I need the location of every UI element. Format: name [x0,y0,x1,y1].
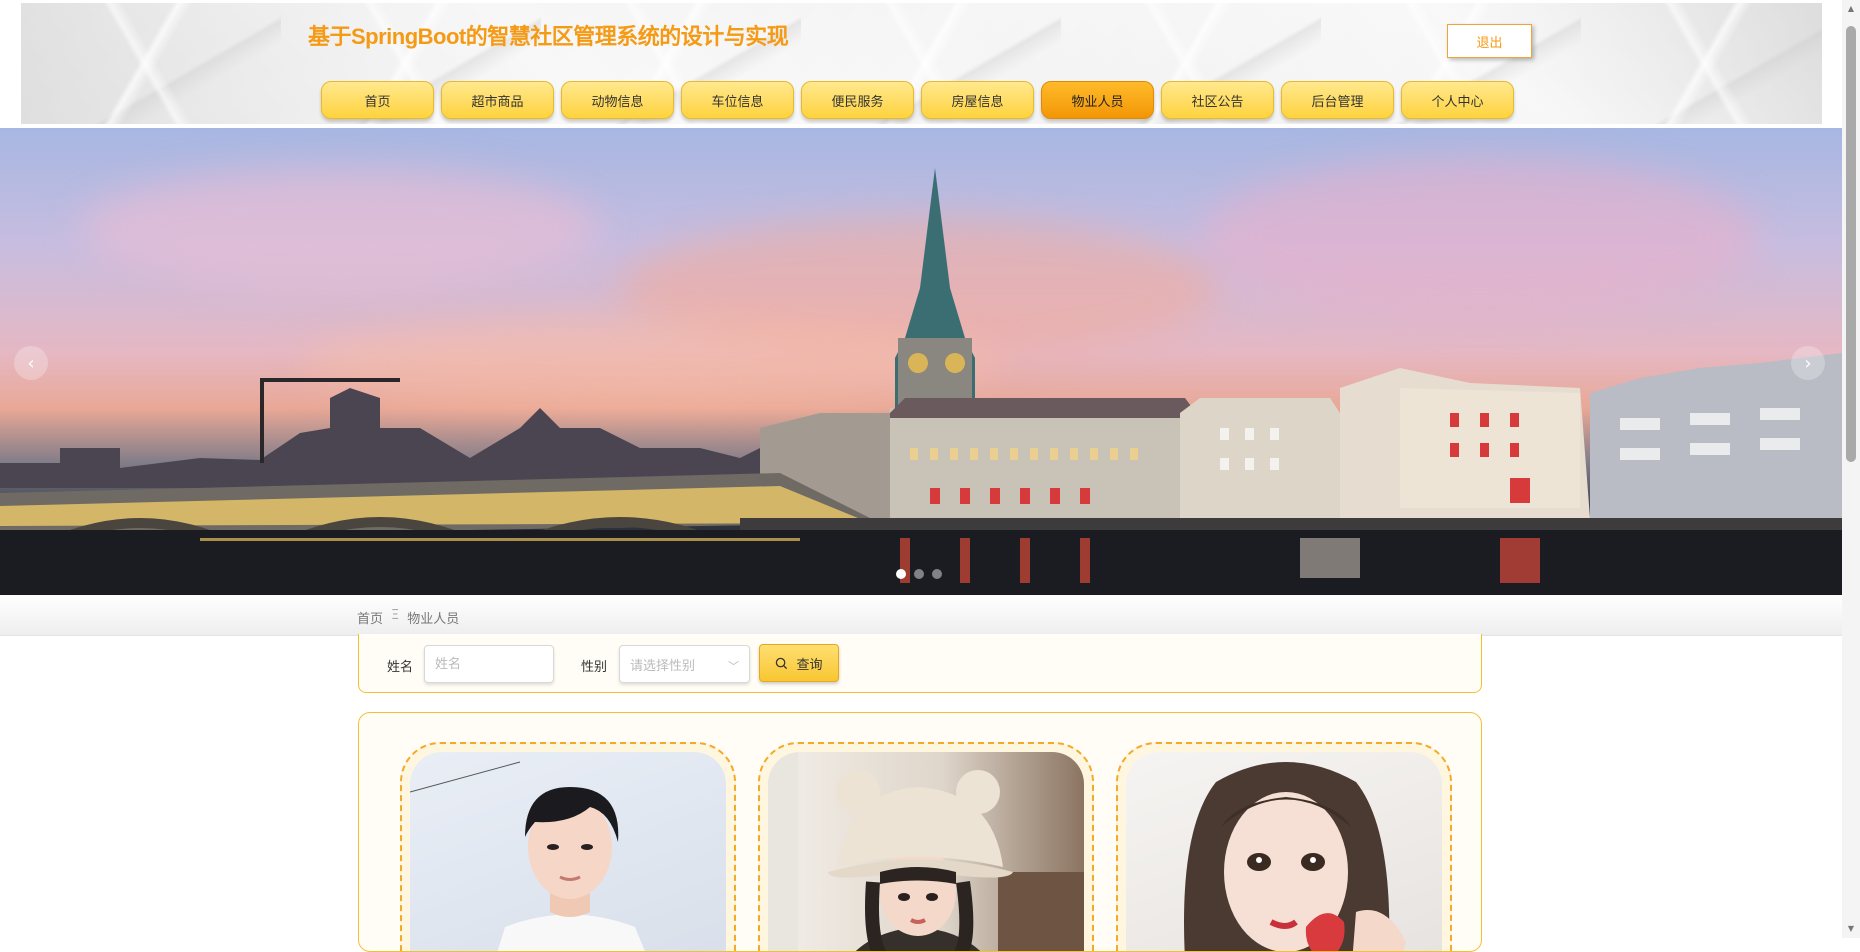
scroll-up-icon[interactable]: ▲ [1846,4,1856,14]
carousel-dot[interactable] [896,569,906,579]
nav-item-convenience-service[interactable]: 便民服务 [801,81,914,119]
site-header: 基于SpringBoot的智慧社区管理系统的设计与实现 退出 首页 超市商品 动… [21,3,1822,124]
nav-item-announcements[interactable]: 社区公告 [1161,81,1274,119]
scroll-down-icon[interactable]: ▼ [1846,924,1856,934]
carousel-dot[interactable] [932,569,942,579]
page-scrollbar[interactable]: ▲ ▼ [1842,0,1860,938]
nav-item-parking-info[interactable]: 车位信息 [681,81,794,119]
breadcrumb-separator: Ξ [391,608,400,623]
nav-item-house-info[interactable]: 房屋信息 [921,81,1034,119]
staff-card[interactable] [758,742,1094,951]
chevron-left-icon: ‹ [27,352,35,374]
nav-item-profile[interactable]: 个人中心 [1401,81,1514,119]
breadcrumb: 首页 Ξ 物业人员 [357,608,459,627]
staff-photo [768,752,1084,951]
nav-item-property-staff[interactable]: 物业人员 [1041,81,1154,119]
nav-item-admin[interactable]: 后台管理 [1281,81,1394,119]
staff-photo [1126,752,1442,951]
breadcrumb-home[interactable]: 首页 [357,608,383,627]
query-button-label: 查询 [796,657,823,673]
nav-item-market-goods[interactable]: 超市商品 [441,81,554,119]
gender-select-placeholder: 请选择性别 [630,658,696,674]
logout-button[interactable]: 退出 [1447,24,1532,58]
nav-item-animal-info[interactable]: 动物信息 [561,81,674,119]
breadcrumb-current: 物业人员 [407,612,460,627]
chevron-right-icon: › [1804,352,1812,374]
chevron-down-icon: ﹀ [728,660,739,673]
search-form: 姓名 性别 请选择性别 ﹀ 查询 [358,634,1482,693]
search-icon [776,657,788,669]
carousel-prev-button[interactable]: ‹ [14,346,48,380]
gender-label: 性别 [581,660,608,675]
person-image [1184,762,1406,951]
staff-card[interactable] [1116,742,1452,951]
staff-list [358,712,1482,952]
person-image [768,752,1084,951]
carousel-next-button[interactable]: › [1791,346,1825,380]
nav-item-home[interactable]: 首页 [321,81,434,119]
query-button[interactable]: 查询 [759,644,839,682]
main-nav: 首页 超市商品 动物信息 车位信息 便民服务 房屋信息 物业人员 社区公告 后台… [321,81,1514,119]
scrollbar-thumb[interactable] [1846,26,1856,462]
city-skyline-image [0,168,1842,595]
carousel-indicators [896,569,942,579]
name-label: 姓名 [387,660,414,675]
gender-select[interactable]: 请选择性别 ﹀ [619,645,750,683]
banner-carousel[interactable]: ‹ › [0,128,1842,595]
staff-card[interactable] [400,742,736,951]
breadcrumb-bar: 首页 Ξ 物业人员 [0,596,1842,636]
name-input[interactable] [424,645,554,683]
carousel-dot[interactable] [914,569,924,579]
site-title: 基于SpringBoot的智慧社区管理系统的设计与实现 [308,24,789,49]
staff-photo [410,752,726,951]
person-image [410,761,645,951]
